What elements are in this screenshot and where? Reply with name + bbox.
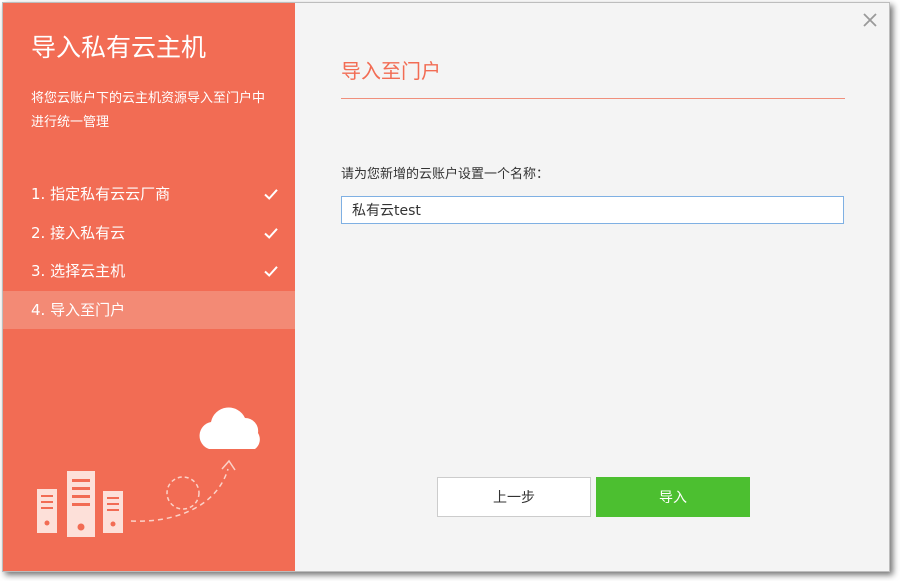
- step-item-4: 4. 导入至门户: [3, 290, 295, 329]
- step-item-2: 2. 接入私有云: [3, 214, 295, 253]
- step-label: 3. 选择云主机: [31, 262, 126, 280]
- main-panel: 导入至门户 请为您新增的云账户设置一个名称： 上一步 导入: [295, 3, 889, 571]
- check-icon: [264, 227, 278, 239]
- step-item-3: 3. 选择云主机: [3, 252, 295, 291]
- section-divider: [341, 98, 845, 99]
- cloud-server-illustration: [37, 407, 260, 537]
- server-icon: [103, 491, 123, 533]
- check-icon: [264, 189, 278, 200]
- step-label: 4. 导入至门户: [31, 300, 126, 319]
- server-icon: [67, 471, 95, 537]
- import-button[interactable]: 导入: [596, 477, 750, 517]
- dashed-circle: [166, 476, 200, 510]
- step-list: 1. 指定私有云云厂商 2. 接入私有云 3. 选择云主机 4. 导入至门户: [3, 175, 295, 329]
- step-label: 1. 指定私有云云厂商: [31, 185, 171, 203]
- sidebar-title: 导入私有云主机: [31, 33, 207, 62]
- section-title: 导入至门户: [341, 59, 441, 83]
- previous-step-button[interactable]: 上一步: [437, 477, 591, 517]
- import-dialog: 导入私有云主机 将您云账户下的云主机资源导入至门户中进行统一管理 1. 指定私有…: [2, 2, 890, 572]
- check-icon: [264, 266, 278, 277]
- sidebar: 导入私有云主机 将您云账户下的云主机资源导入至门户中进行统一管理 1. 指定私有…: [3, 3, 295, 571]
- server-icon: [37, 489, 57, 533]
- sidebar-description: 将您云账户下的云主机资源导入至门户中进行统一管理: [31, 91, 266, 130]
- cloud-icon: [199, 407, 260, 449]
- account-name-input[interactable]: [341, 196, 844, 224]
- step-item-1: 1. 指定私有云云厂商: [3, 175, 295, 214]
- account-name-label: 请为您新增的云账户设置一个名称：: [341, 167, 550, 182]
- step-label: 2. 接入私有云: [31, 223, 126, 242]
- close-icon[interactable]: [861, 11, 879, 29]
- arrow-head: [221, 459, 236, 471]
